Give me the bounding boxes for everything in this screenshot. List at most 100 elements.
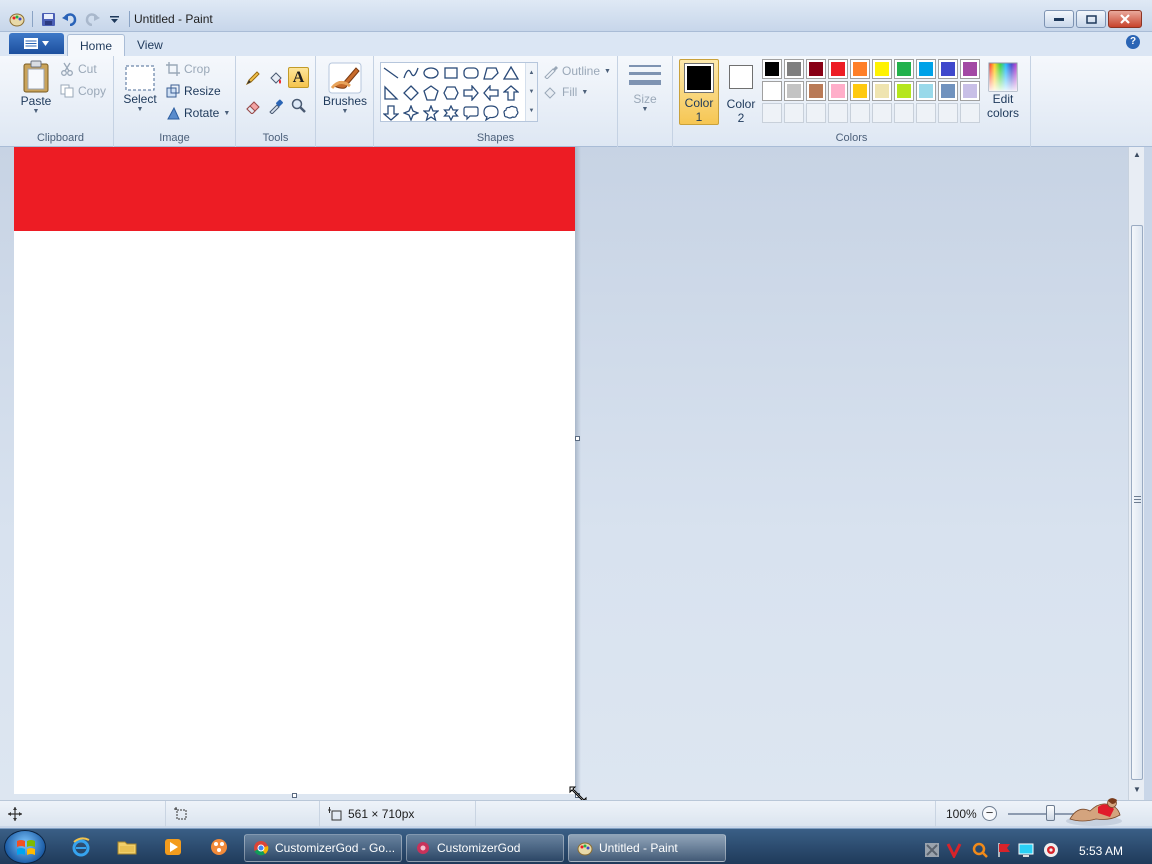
polygon-shape-icon[interactable] <box>481 63 501 83</box>
canvas-workspace[interactable] <box>0 147 1128 800</box>
canvas-resize-handle-right[interactable] <box>575 436 580 441</box>
palette-swatch[interactable] <box>938 81 958 101</box>
palette-custom-slot[interactable] <box>960 103 980 123</box>
redo-icon[interactable] <box>83 10 101 28</box>
palette-swatch[interactable] <box>762 81 782 101</box>
taskbar-item-paint[interactable]: Untitled - Paint <box>568 834 726 862</box>
taskbar-item-chrome[interactable]: CustomizerGod - Go... <box>244 834 402 862</box>
right-arrow-shape-icon[interactable] <box>461 83 481 103</box>
palette-swatch[interactable] <box>828 81 848 101</box>
six-point-star-shape-icon[interactable] <box>441 103 461 123</box>
five-point-star-shape-icon[interactable] <box>421 103 441 123</box>
palette-swatch[interactable] <box>916 59 936 79</box>
pencil-icon[interactable] <box>242 67 263 88</box>
palette-swatch[interactable] <box>828 59 848 79</box>
tray-network-icon[interactable] <box>924 842 940 858</box>
color-picker-icon[interactable] <box>265 95 286 116</box>
oval-callout-shape-icon[interactable] <box>481 103 501 123</box>
file-explorer-icon[interactable] <box>112 833 142 861</box>
palette-swatch[interactable] <box>850 81 870 101</box>
color2-button[interactable]: Color 2 <box>723 60 759 126</box>
palette-custom-slot[interactable] <box>916 103 936 123</box>
palette-swatch[interactable] <box>762 59 782 79</box>
palette-custom-slot[interactable] <box>872 103 892 123</box>
palette-custom-slot[interactable] <box>894 103 914 123</box>
gallery-expand-icon[interactable]: ▼ <box>529 108 535 114</box>
palette-swatch[interactable] <box>784 81 804 101</box>
rotate-button[interactable]: Rotate ▼ <box>166 104 230 122</box>
rounded-callout-shape-icon[interactable] <box>461 103 481 123</box>
curve-shape-icon[interactable] <box>401 63 421 83</box>
internet-explorer-icon[interactable] <box>66 833 96 861</box>
zoom-slider-thumb[interactable] <box>1046 805 1055 821</box>
copy-button[interactable]: Copy <box>60 82 106 100</box>
palette-custom-slot[interactable] <box>806 103 826 123</box>
tray-volume-icon[interactable] <box>1043 842 1059 858</box>
brushes-button[interactable]: Brushes ▼ <box>323 62 367 115</box>
fill-bucket-icon[interactable] <box>265 67 286 88</box>
close-button[interactable] <box>1108 10 1142 28</box>
palette-swatch[interactable] <box>872 81 892 101</box>
cloud-callout-shape-icon[interactable] <box>501 103 521 123</box>
left-arrow-shape-icon[interactable] <box>481 83 501 103</box>
palette-swatch[interactable] <box>960 81 980 101</box>
tray-antivirus-icon[interactable] <box>946 842 962 858</box>
paste-button[interactable]: Paste ▼ <box>16 60 56 115</box>
tray-search-icon[interactable] <box>972 842 988 858</box>
select-button[interactable]: Select ▼ <box>122 64 158 113</box>
taskbar-item-customizergod[interactable]: CustomizerGod <box>406 834 564 862</box>
down-arrow-shape-icon[interactable] <box>381 103 401 123</box>
clock[interactable]: 5:53 AM <box>1079 844 1123 858</box>
up-arrow-shape-icon[interactable] <box>501 83 521 103</box>
palette-swatch[interactable] <box>850 59 870 79</box>
scroll-down-arrow-icon[interactable]: ▼ <box>1129 782 1145 798</box>
palette-swatch[interactable] <box>916 81 936 101</box>
tray-flag-icon[interactable] <box>996 842 1012 858</box>
palette-swatch[interactable] <box>806 81 826 101</box>
pentagon-shape-icon[interactable] <box>421 83 441 103</box>
customize-qat-icon[interactable] <box>105 10 123 28</box>
media-player-icon[interactable] <box>158 833 188 861</box>
scroll-up-arrow-icon[interactable]: ▲ <box>1129 147 1145 163</box>
vertical-scrollbar[interactable]: ▲ ▼ <box>1128 147 1144 800</box>
edit-colors-button[interactable]: Edit colors <box>983 62 1023 120</box>
minimize-button[interactable] <box>1044 10 1074 28</box>
tray-display-icon[interactable] <box>1018 842 1034 858</box>
palette-swatch[interactable] <box>960 59 980 79</box>
application-menu-button[interactable] <box>9 33 64 54</box>
palette-custom-slot[interactable] <box>784 103 804 123</box>
save-icon[interactable] <box>39 10 57 28</box>
palette-custom-slot[interactable] <box>762 103 782 123</box>
diamond-shape-icon[interactable] <box>401 83 421 103</box>
magnifier-icon[interactable] <box>288 95 309 116</box>
tab-home[interactable]: Home <box>67 34 126 56</box>
color1-button[interactable]: Color 1 <box>679 59 719 125</box>
outline-button[interactable]: Outline ▼ <box>543 62 611 80</box>
four-point-star-shape-icon[interactable] <box>401 103 421 123</box>
crop-button[interactable]: Crop <box>166 60 210 78</box>
scrollbar-thumb[interactable] <box>1131 225 1143 780</box>
size-button[interactable]: Size ▼ <box>628 62 662 113</box>
resize-button[interactable]: Resize <box>166 82 221 100</box>
zoom-out-button[interactable]: − <box>982 806 997 821</box>
eraser-icon[interactable] <box>242 95 263 116</box>
palette-swatch[interactable] <box>872 59 892 79</box>
palette-custom-slot[interactable] <box>828 103 848 123</box>
help-icon[interactable]: ? <box>1126 35 1140 49</box>
maximize-button[interactable] <box>1076 10 1106 28</box>
fill-button[interactable]: Fill ▼ <box>543 83 588 101</box>
tab-view[interactable]: View <box>125 34 175 56</box>
scroll-down-icon[interactable]: ▼ <box>529 89 535 95</box>
paint-app-icon[interactable] <box>8 10 26 28</box>
palette-swatch[interactable] <box>938 59 958 79</box>
triangle-shape-icon[interactable] <box>501 63 521 83</box>
palette-swatch[interactable] <box>806 59 826 79</box>
rectangle-shape-icon[interactable] <box>441 63 461 83</box>
palette-swatch[interactable] <box>784 59 804 79</box>
cut-button[interactable]: Cut <box>60 60 97 78</box>
right-triangle-shape-icon[interactable] <box>381 83 401 103</box>
drawing-canvas[interactable] <box>14 147 575 794</box>
rounded-rectangle-shape-icon[interactable] <box>461 63 481 83</box>
canvas-resize-handle-bottom[interactable] <box>292 793 297 798</box>
text-tool-icon[interactable]: A <box>288 67 309 88</box>
